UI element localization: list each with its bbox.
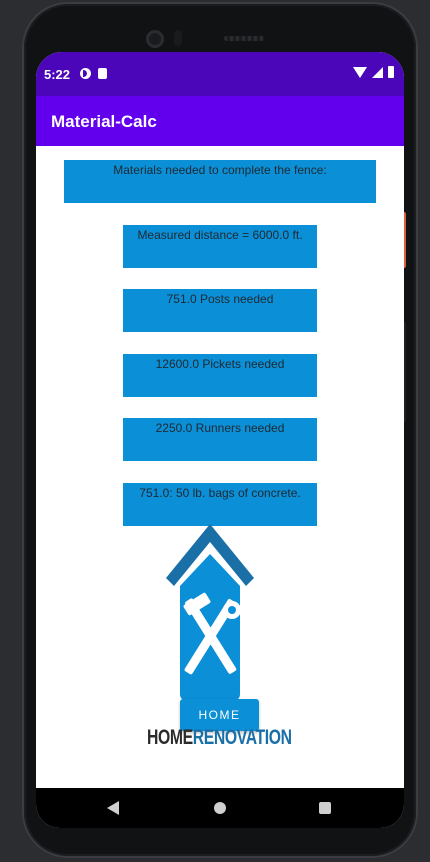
result-posts: 751.0 Posts needed xyxy=(123,289,317,332)
earpiece-speaker xyxy=(224,36,264,41)
front-camera xyxy=(146,30,164,48)
app-title: Material-Calc xyxy=(51,112,157,131)
result-pickets: 12600.0 Pickets needed xyxy=(123,354,317,397)
logo-text-renovation: RENOVATION xyxy=(192,726,292,749)
back-triangle-icon[interactable] xyxy=(107,801,119,815)
system-nav-bar xyxy=(36,788,404,828)
result-runners: 2250.0 Runners needed xyxy=(123,418,317,461)
result-runners-text: 2250.0 Runners needed xyxy=(155,421,285,435)
sensor xyxy=(174,30,182,46)
result-pickets-text: 12600.0 Pickets needed xyxy=(155,357,285,371)
result-header-text: Materials needed to complete the fence: xyxy=(113,163,327,177)
battery-icon xyxy=(388,66,394,78)
status-bar: 5:22 xyxy=(36,52,404,96)
result-concrete-text: 751.0: 50 lb. bags of concrete. xyxy=(139,486,301,500)
result-distance: Measured distance = 6000.0 ft. xyxy=(123,225,317,268)
result-header: Materials needed to complete the fence: xyxy=(64,160,376,203)
wifi-icon xyxy=(353,66,367,78)
result-distance-text: Measured distance = 6000.0 ft. xyxy=(137,228,303,242)
sd-card-icon xyxy=(98,68,107,79)
result-posts-text: 751.0 Posts needed xyxy=(166,292,274,306)
status-icons xyxy=(353,66,394,78)
signal-icon xyxy=(372,66,383,78)
notification-icon xyxy=(80,68,91,79)
logo-wordmark: HOMERENOVATION xyxy=(147,726,292,750)
home-circle-icon[interactable] xyxy=(214,802,226,814)
status-time: 5:22 xyxy=(44,67,71,82)
logo-text-home: HOME xyxy=(147,726,193,749)
screen: 5:22 Material-Calc Materials needed to c… xyxy=(36,52,404,828)
app-bar: Material-Calc xyxy=(36,96,404,146)
result-concrete: 751.0: 50 lb. bags of concrete. xyxy=(123,483,317,526)
results-content: Materials needed to complete the fence: … xyxy=(36,146,404,788)
recents-square-icon[interactable] xyxy=(319,802,331,814)
